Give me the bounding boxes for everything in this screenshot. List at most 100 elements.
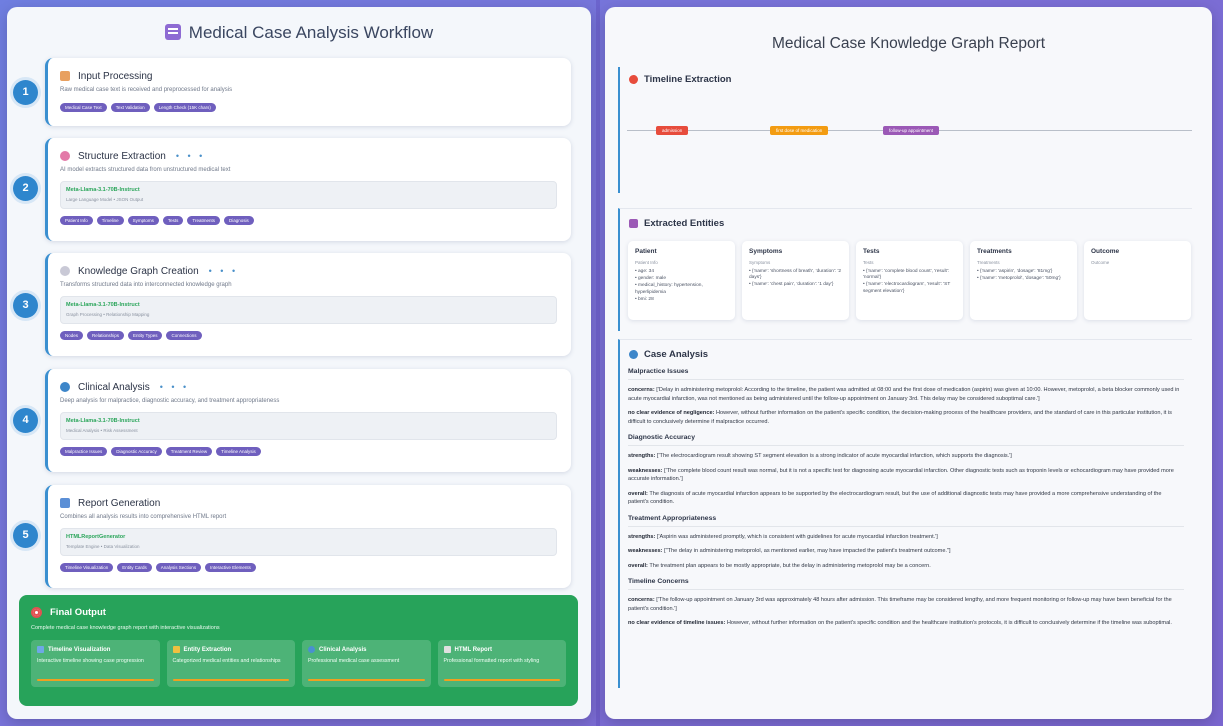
entity-card-symptoms[interactable]: Symptoms Symptoms {'name': 'shortness of… <box>742 241 849 320</box>
tag: Timeline Analysis <box>216 447 261 456</box>
model-subtitle: Medical Analysis • Risk Assessment <box>66 428 138 433</box>
tag: Treatments <box>187 216 220 225</box>
entity-item: {'name': 'shortness of breath', 'duratio… <box>749 269 842 281</box>
timeline-event-first-dose[interactable]: first dose of medication <box>770 126 829 135</box>
step-title: Knowledge Graph Creation <box>78 265 199 277</box>
step-knowledge-graph-creation[interactable]: Knowledge Graph Creation • • • Transforms… <box>45 253 571 356</box>
sparkle-icon <box>60 266 70 276</box>
section-title: Extracted Entities <box>644 218 725 229</box>
alarm-clock-icon <box>629 75 638 84</box>
tag: Tests <box>162 216 184 225</box>
output-card-html[interactable]: HTML Report Professional formatted repor… <box>437 640 566 687</box>
bar-chart-icon <box>60 498 70 508</box>
analysis-paragraph: weaknesses: ['The complete blood count r… <box>628 467 1174 483</box>
tag: Text Validation <box>110 103 150 112</box>
tag: Length Check (15K chars) <box>153 103 216 112</box>
entity-item: {'name': 'chest pain', 'duration': '1 da… <box>749 282 842 288</box>
tag: Diagnostic Accuracy <box>111 447 162 456</box>
analysis-paragraph: concerns: ['Delay in administering metop… <box>628 387 1180 402</box>
step-number-5: 5 <box>13 523 38 548</box>
step-number-2: 2 <box>13 176 38 201</box>
card-accent-bar <box>172 679 289 681</box>
output-card-timeline[interactable]: Timeline Visualization Interactive timel… <box>31 640 160 687</box>
step-description: Deep analysis for malpractice, diagnosti… <box>60 398 280 404</box>
analysis-paragraph: no clear evidence of timeline issues: Ho… <box>628 620 1172 626</box>
analysis-paragraph: overall: The treatment plan appears to b… <box>628 562 931 569</box>
analysis-heading: Malpractice Issues <box>628 368 1184 380</box>
tag: Interactive Elements <box>205 563 256 572</box>
output-card-clinical[interactable]: Clinical Analysis Professional medical c… <box>302 640 431 687</box>
entity-card-patient[interactable]: Patient Patient Info age: 34 gender: mal… <box>628 241 735 320</box>
analysis-paragraph: weaknesses: ["The delay in administering… <box>628 548 951 554</box>
entity-item: {'name': 'metoprolol', 'dosage': '50mg'} <box>977 276 1070 282</box>
tag: Entity Types <box>128 331 163 340</box>
tag-icon <box>172 646 180 653</box>
step-number-4: 4 <box>13 408 38 433</box>
chart-icon <box>37 646 44 653</box>
panel-divider[interactable] <box>596 0 600 726</box>
model-name: Meta-Llama-3.1-70B-Instruct <box>66 418 140 424</box>
analysis-heading: Treatment Appropriateness <box>628 515 1184 527</box>
model-box: Meta-Llama-3.1-70B-Instruct Medical Anal… <box>60 412 557 440</box>
step-description: Transforms structured data into intercon… <box>60 282 232 288</box>
magnifier-icon <box>629 350 638 359</box>
step-structure-extraction[interactable]: Structure Extraction • • • AI model extra… <box>45 138 571 241</box>
model-box: Meta-Llama-3.1-70B-Instruct Graph Proces… <box>60 296 557 324</box>
model-name: Meta-Llama-3.1-70B-Instruct <box>66 302 140 308</box>
entity-card-tests[interactable]: Tests Tests {'name': 'complete blood cou… <box>856 241 963 320</box>
model-subtitle: Large Language Model • JSON Output <box>66 197 144 202</box>
step-title: Report Generation <box>78 497 161 509</box>
tag: Patient Info <box>60 216 93 225</box>
final-output: Final Output Complete medical case knowl… <box>19 595 578 706</box>
book-icon <box>629 219 638 228</box>
tag: Connections <box>166 331 202 340</box>
card-accent-bar <box>308 679 425 681</box>
section-title: Timeline Extraction <box>644 74 732 85</box>
analysis-heading: Timeline Concerns <box>628 578 1184 590</box>
model-box: HTMLReportGenerator Template Engine • Da… <box>60 528 557 556</box>
report-title: Medical Case Knowledge Graph Report <box>771 35 1046 52</box>
entity-item: gender: male <box>635 276 728 282</box>
analysis-paragraph: overall: The diagnosis of acute myocardi… <box>628 490 1162 506</box>
entity-item: {'name': 'complete blood count', 'result… <box>863 269 956 281</box>
output-card-entity[interactable]: Entity Extraction Categorized medical en… <box>166 640 295 687</box>
loading-dots: • • • <box>159 382 190 392</box>
loading-dots: • • • <box>175 151 206 161</box>
clipboard-icon <box>164 24 181 40</box>
entity-item: {'name': 'electrocardiogram', 'result': … <box>863 282 956 294</box>
card-accent-bar <box>443 679 560 681</box>
step-title: Clinical Analysis <box>78 381 150 393</box>
model-name: HTMLReportGenerator <box>66 534 126 540</box>
timeline-event-admission[interactable]: admission <box>656 126 689 135</box>
loading-dots: • • • <box>208 266 239 276</box>
entity-card-outcome[interactable]: Outcome Outcome <box>1084 241 1191 320</box>
step-title: Structure Extraction <box>78 150 166 162</box>
card-accent-bar <box>37 679 154 681</box>
step-description: AI model extracts structured data from u… <box>60 167 231 173</box>
analysis-paragraph: strengths: ['Aspirin was administered pr… <box>628 533 938 540</box>
step-number-1: 1 <box>13 80 38 105</box>
tag: Analysis Sections <box>155 563 202 572</box>
tag: Nodes <box>60 331 84 340</box>
entity-card-treatments[interactable]: Treatments Treatments {'name': 'aspirin'… <box>970 241 1077 320</box>
tag: Diagnosis <box>224 216 254 225</box>
model-subtitle: Template Engine • Data Visualization <box>66 544 140 549</box>
analysis-paragraph: concerns: ['The follow-up appointment on… <box>628 597 1172 612</box>
magnifier-icon <box>60 382 70 392</box>
tag: Timeline <box>96 216 124 225</box>
tag: Relationships <box>87 331 125 340</box>
step-report-generation[interactable]: Report Generation Combines all analysis … <box>45 485 571 588</box>
target-icon <box>31 607 42 618</box>
tag: Treatment Review <box>165 447 213 456</box>
step-clinical-analysis[interactable]: Clinical Analysis • • • Deep analysis for… <box>45 369 571 472</box>
workflow-title: Medical Case Analysis Workflow <box>7 23 591 43</box>
model-box: Meta-Llama-3.1-70B-Instruct Large Langua… <box>60 181 557 209</box>
step-input-processing[interactable]: Input Processing Raw medical case text i… <box>45 58 571 126</box>
model-name: Meta-Llama-3.1-70B-Instruct <box>66 187 140 193</box>
step-description: Combines all analysis results into compr… <box>60 514 227 520</box>
tag: Timeline Visualization <box>60 563 114 572</box>
tag: Entity Cards <box>117 563 152 572</box>
final-output-description: Complete medical case knowledge graph re… <box>31 625 220 631</box>
analysis-paragraph: strengths: ['The electrocardiogram resul… <box>628 453 1012 459</box>
timeline-event-follow-up[interactable]: follow-up appointment <box>883 126 940 135</box>
